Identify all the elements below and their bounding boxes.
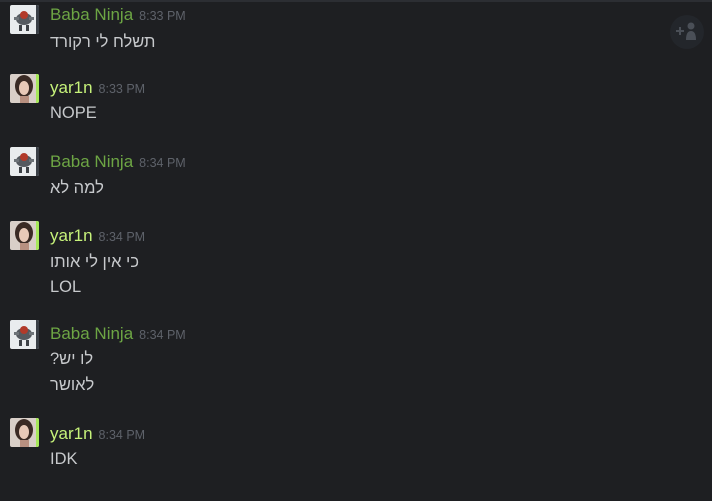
yar1n-avatar-icon bbox=[10, 221, 39, 250]
baba-ninja-avatar-icon bbox=[10, 147, 39, 176]
message-header: Baba Ninja 8:34 PM bbox=[50, 324, 186, 344]
timestamp: 8:34 PM bbox=[139, 156, 186, 170]
username[interactable]: yar1n bbox=[50, 78, 93, 97]
username[interactable]: yar1n bbox=[50, 226, 93, 245]
baba-ninja-avatar-icon bbox=[10, 320, 39, 349]
message-line: לאושר bbox=[50, 376, 95, 394]
message-line: למה לא bbox=[50, 179, 104, 197]
message-line: כי אין לי אותו bbox=[50, 253, 139, 271]
username[interactable]: Baba Ninja bbox=[50, 5, 133, 24]
message-line: NOPE bbox=[50, 104, 97, 122]
username[interactable]: Baba Ninja bbox=[50, 324, 133, 343]
chat-view: Baba Ninja 8:33 PM תשלח לי רקורד yar1n 8:3… bbox=[0, 0, 712, 501]
add-friend-icon bbox=[676, 22, 696, 40]
message-header: Baba Ninja 8:33 PM bbox=[50, 5, 186, 25]
avatar-yar1n[interactable] bbox=[10, 418, 39, 447]
avatar-yar1n[interactable] bbox=[10, 74, 39, 103]
avatar-baba-ninja[interactable] bbox=[10, 5, 39, 34]
message-line: לו יש? bbox=[50, 350, 94, 368]
add-friend-button[interactable] bbox=[670, 15, 704, 49]
timestamp: 8:33 PM bbox=[98, 82, 146, 96]
yar1n-avatar-icon bbox=[10, 418, 39, 447]
username[interactable]: Baba Ninja bbox=[50, 152, 133, 171]
timestamp: 8:33 PM bbox=[139, 9, 186, 23]
message-line: תשלח לי רקורד bbox=[50, 33, 156, 51]
timestamp: 8:34 PM bbox=[98, 230, 146, 244]
avatar-baba-ninja[interactable] bbox=[10, 320, 39, 349]
top-divider bbox=[0, 0, 712, 2]
yar1n-avatar-icon bbox=[10, 74, 39, 103]
message-header: yar1n 8:33 PM bbox=[50, 78, 145, 98]
username[interactable]: yar1n bbox=[50, 424, 93, 443]
message-header: yar1n 8:34 PM bbox=[50, 424, 145, 444]
message-header: yar1n 8:34 PM bbox=[50, 226, 145, 246]
avatar-baba-ninja[interactable] bbox=[10, 147, 39, 176]
avatar-yar1n[interactable] bbox=[10, 221, 39, 250]
timestamp: 8:34 PM bbox=[98, 428, 146, 442]
message-line: LOL bbox=[50, 278, 82, 296]
message-header: Baba Ninja 8:34 PM bbox=[50, 152, 186, 172]
message-line: IDK bbox=[50, 450, 78, 468]
timestamp: 8:34 PM bbox=[139, 328, 186, 342]
baba-ninja-avatar-icon bbox=[10, 5, 39, 34]
